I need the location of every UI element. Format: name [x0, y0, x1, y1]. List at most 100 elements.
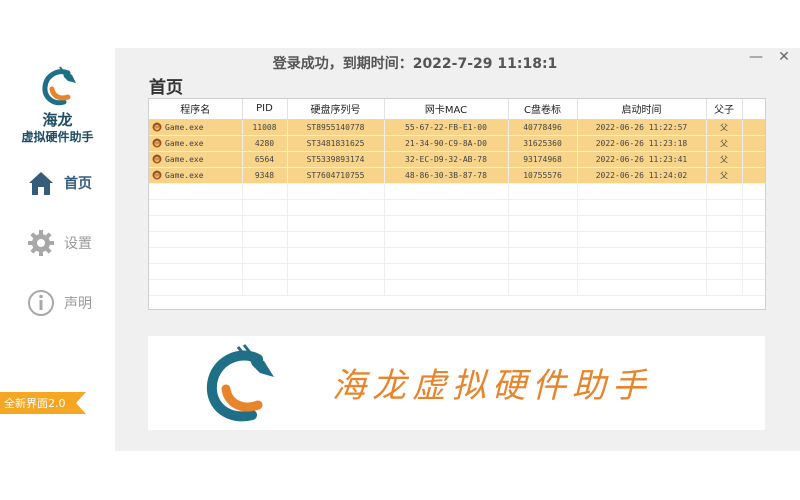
process-name: Game.exe	[165, 171, 204, 180]
table-cell: 48-86-30-3B-87-78	[384, 167, 509, 184]
table-cell: 32-EC-D9-32-AB-78	[384, 151, 509, 168]
dragon-logo-icon	[42, 66, 76, 106]
table-row[interactable]: Game.exe 11008 ST8955140778 55-67-22-FB-E1-…	[149, 119, 765, 136]
game-icon	[152, 154, 162, 164]
table-cell: 40778496	[508, 119, 578, 136]
table-cell-empty	[384, 247, 509, 264]
table-cell-empty	[508, 247, 578, 264]
gear-icon	[26, 228, 56, 258]
version-badge: 全新界面2.0	[0, 392, 86, 414]
table-cell-empty	[242, 279, 288, 296]
table-cell-empty	[742, 135, 765, 152]
nav-item-label: 首页	[64, 176, 92, 192]
close-button[interactable]: ✕	[775, 48, 793, 66]
table-cell-empty	[287, 231, 385, 248]
nav-item-settings[interactable]: 设置	[26, 227, 106, 259]
table-cell-empty	[287, 199, 385, 216]
table-cell-empty	[742, 151, 765, 168]
table-cell-empty	[508, 215, 578, 232]
table-cell-empty	[384, 199, 509, 216]
table-cell-empty	[242, 199, 288, 216]
brand-subtitle: 虚拟硬件助手	[21, 130, 94, 144]
table-cell-empty	[706, 231, 743, 248]
table-cell-empty	[242, 247, 288, 264]
table-cell: ST5339893174	[287, 151, 385, 168]
table-cell: ST8955140778	[287, 119, 385, 136]
table-cell-empty	[706, 215, 743, 232]
table-cell-empty	[742, 167, 765, 184]
table-cell-empty	[287, 183, 385, 200]
table-cell: 父	[706, 167, 743, 184]
table-cell-empty	[384, 263, 509, 280]
table-row[interactable]: Game.exe 4280 ST3481831625 21-34-90-C9-8A-D…	[149, 135, 765, 152]
game-icon	[152, 122, 162, 132]
nav-item-label: 声明	[64, 296, 92, 312]
table-row-empty	[149, 215, 765, 232]
table-cell-empty	[242, 215, 288, 232]
column-header[interactable]: PID	[242, 99, 288, 120]
login-status: 登录成功，到期时间：2022-7-29 11:18:1	[272, 56, 558, 72]
brand-banner: 海龙虚拟硬件助手	[148, 336, 765, 430]
process-name: Game.exe	[165, 155, 204, 164]
table-cell-empty	[287, 263, 385, 280]
table-cell-empty	[577, 247, 707, 264]
table-cell-empty	[149, 263, 243, 280]
column-header[interactable]: 父子	[706, 99, 743, 120]
table-cell-empty	[508, 263, 578, 280]
table-cell: 31625360	[508, 135, 578, 152]
table-cell: 父	[706, 119, 743, 136]
table-cell: 父	[706, 151, 743, 168]
process-name-cell: Game.exe	[149, 119, 243, 136]
table-row-empty	[149, 263, 765, 280]
nav-item-about[interactable]: 声明	[26, 287, 106, 319]
table-cell-empty	[242, 231, 288, 248]
table-cell: ST7604710755	[287, 167, 385, 184]
table-cell: 父	[706, 135, 743, 152]
process-name: Game.exe	[165, 123, 204, 132]
brand-name: 海龙	[42, 111, 73, 129]
table-cell: 6564	[242, 151, 288, 168]
column-header[interactable]: C盘卷标	[508, 99, 578, 120]
version-badge-label: 全新界面2.0	[4, 397, 66, 410]
table-cell-empty	[384, 215, 509, 232]
table-cell: 2022-06-26 11:23:41	[577, 151, 707, 168]
game-icon	[152, 170, 162, 180]
table-cell-empty	[706, 263, 743, 280]
page-title: 首页	[149, 78, 183, 98]
table-cell-empty	[742, 119, 765, 136]
table-cell-empty	[384, 231, 509, 248]
column-header[interactable]: 启动时间	[577, 99, 707, 120]
table-cell-empty	[706, 247, 743, 264]
table-cell: 4280	[242, 135, 288, 152]
process-table[interactable]: 程序名 PID 硬盘序列号 网卡MAC C盘卷标 启动时间 父子 Game.ex…	[148, 98, 766, 310]
table-cell-empty	[149, 215, 243, 232]
table-cell-empty	[242, 183, 288, 200]
column-header[interactable]: 硬盘序列号	[287, 99, 385, 120]
table-cell-empty	[149, 183, 243, 200]
table-cell: 21-34-90-C9-8A-D0	[384, 135, 509, 152]
table-cell-empty	[287, 215, 385, 232]
banner-title: 海龙虚拟硬件助手	[332, 366, 652, 406]
table-cell-empty	[742, 199, 765, 216]
table-row[interactable]: Game.exe 9348 ST7604710755 48-86-30-3B-87-7…	[149, 167, 765, 184]
table-row-empty	[149, 231, 765, 248]
table-cell: ST3481831625	[287, 135, 385, 152]
table-row[interactable]: Game.exe 6564 ST5339893174 32-EC-D9-32-AB-7…	[149, 151, 765, 168]
minimize-button[interactable]: —	[747, 48, 765, 66]
table-cell: 10755576	[508, 167, 578, 184]
table-cell-empty	[742, 279, 765, 296]
process-name-cell: Game.exe	[149, 151, 243, 168]
column-header[interactable]: 网卡MAC	[384, 99, 509, 120]
table-cell-empty	[508, 183, 578, 200]
nav-item-home[interactable]: 首页	[26, 167, 106, 199]
table-cell-empty	[742, 247, 765, 264]
sidebar: 海龙 虚拟硬件助手 首页 设置 声明 全新界面2.0	[0, 48, 115, 451]
table-cell-empty	[742, 263, 765, 280]
table-cell-empty	[577, 199, 707, 216]
dragon-logo-icon	[206, 344, 274, 422]
column-header[interactable]: 程序名	[149, 99, 243, 120]
table-cell-empty	[577, 183, 707, 200]
table-cell: 2022-06-26 11:22:57	[577, 119, 707, 136]
table-cell-empty	[508, 199, 578, 216]
home-icon	[26, 168, 56, 198]
